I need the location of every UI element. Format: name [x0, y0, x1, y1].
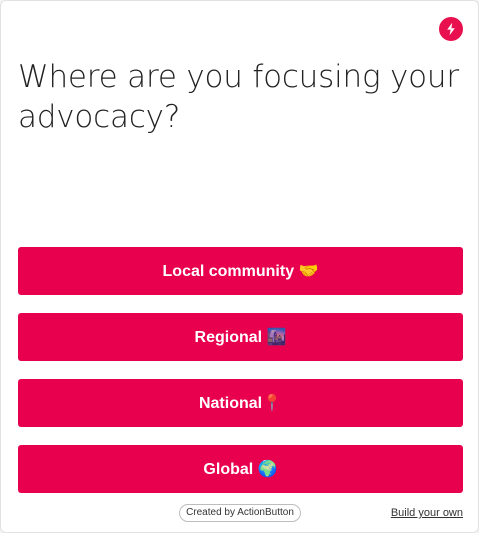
question-title: Where are you focusing your advocacy?	[18, 59, 459, 135]
created-by-badge[interactable]: Created by ActionButton	[179, 504, 301, 522]
footer: Created by ActionButton Build your own	[1, 504, 479, 522]
lightning-bolt-glyph	[447, 22, 455, 36]
option-local-community-button[interactable]: Local community 🤝	[18, 247, 463, 295]
option-regional-button[interactable]: Regional 🌆	[18, 313, 463, 361]
option-national-button[interactable]: National📍	[18, 379, 463, 427]
lightning-bolt-icon[interactable]	[439, 17, 463, 41]
option-global-button[interactable]: Global 🌍	[18, 445, 463, 493]
poll-card: Where are you focusing your advocacy? Lo…	[0, 0, 479, 533]
build-your-own-link[interactable]: Build your own	[391, 505, 463, 521]
answer-options: Local community 🤝 Regional 🌆 National📍 G…	[18, 247, 463, 511]
